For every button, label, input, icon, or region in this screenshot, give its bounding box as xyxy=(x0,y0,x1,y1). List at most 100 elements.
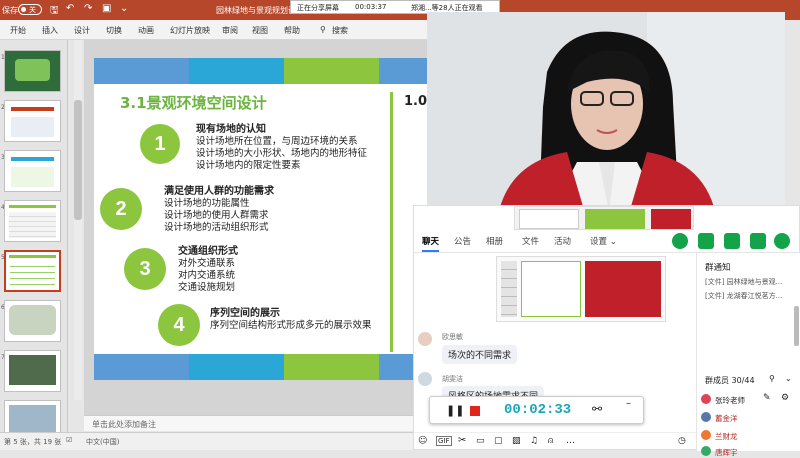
screen-share-icon[interactable] xyxy=(724,233,740,249)
file-item[interactable]: [文件] 龙湖春江悦茗方... xyxy=(705,291,782,301)
avatar xyxy=(701,430,711,440)
redo-icon[interactable]: ↷ xyxy=(84,3,92,14)
tab-transitions[interactable]: 切换 xyxy=(106,25,122,36)
more-icon[interactable] xyxy=(774,233,790,249)
screen-icon[interactable]: ▢ xyxy=(494,436,503,446)
section-line: 设计场地的活动组织形式 xyxy=(164,222,269,233)
scissors-icon[interactable]: ✂ xyxy=(458,435,466,446)
ribbon-search[interactable]: 搜索 xyxy=(332,25,348,36)
slide-top-bar-2 xyxy=(189,58,284,84)
section-3: 交通组织形式 对外交通联系 对内交通系统 交通设施规划 xyxy=(178,246,238,294)
member-more-icon[interactable]: ⌄ xyxy=(785,374,792,383)
notes-pane[interactable]: 单击此处添加备注 xyxy=(84,415,430,431)
avatar[interactable] xyxy=(418,372,432,386)
minimize-icon[interactable]: – xyxy=(626,398,631,409)
member-name[interactable]: 张玲老师 xyxy=(715,395,745,406)
file-item[interactable]: [文件] 园林绿地与景观... xyxy=(705,277,782,287)
avatar xyxy=(701,446,711,456)
autosave-toggle[interactable]: 关 xyxy=(18,4,42,15)
tab-chat[interactable]: 聊天 xyxy=(422,235,440,252)
current-slide[interactable]: 1.0 3.1景观环境空间设计 1 现有场地的认知 设计场地所在位置，与周边环境… xyxy=(94,58,430,380)
image-icon[interactable]: ▧ xyxy=(512,436,521,446)
notice-title: 群通知 xyxy=(705,263,731,273)
qat-more-icon[interactable]: ⌄ xyxy=(120,3,128,14)
member-search-icon[interactable]: ⚲ xyxy=(769,374,775,383)
history-icon[interactable]: ◷ xyxy=(678,436,686,446)
section-number-1: 1 xyxy=(140,124,180,164)
tab-activity[interactable]: 活动 xyxy=(554,235,571,247)
share-timer: 00:03:37 xyxy=(355,3,387,11)
slide-thumbnail-3[interactable] xyxy=(4,150,61,192)
slide-counter: 第 5 张，共 19 张 xyxy=(4,438,62,446)
recording-toolbar: ❚❚ 00:02:33 ⚯ – xyxy=(429,396,644,424)
section-line: 设计场地的使用人群需求 xyxy=(164,210,269,221)
folder-icon[interactable]: ▭ xyxy=(476,436,485,446)
section-4: 序列空间的展示 序列空间结构形式形成多元的展示效果 xyxy=(210,308,372,332)
video-call-icon[interactable] xyxy=(698,233,714,249)
group-chat-window: 聊天 公告 相册 文件 活动 设置 ⌄ 欧思敏 场次的不同需求 胡雯洁 风格区的… xyxy=(413,205,800,457)
tab-animations[interactable]: 动画 xyxy=(138,25,154,36)
slide-thumbnail-2[interactable] xyxy=(4,100,61,142)
member-name[interactable]: 兰财龙 xyxy=(715,431,738,442)
shared-image-message[interactable] xyxy=(496,256,666,322)
save-icon[interactable]: 🖫 xyxy=(50,3,59,20)
spellcheck-icon[interactable]: ☑ xyxy=(66,436,72,444)
language-indicator[interactable]: 中文(中国) xyxy=(86,437,119,447)
slide-top-bar-1 xyxy=(94,58,189,84)
section-heading: 现有场地的认知 xyxy=(196,124,266,135)
slide-thumbnail-7[interactable] xyxy=(4,350,61,392)
avatar[interactable] xyxy=(418,332,432,346)
tab-insert[interactable]: 插入 xyxy=(42,25,58,36)
slide-thumbnail-6[interactable] xyxy=(4,300,61,342)
slide-thumbnail-pane: 1 2 3 4 5 6 7 xyxy=(0,40,68,442)
present-icon[interactable]: ▣ xyxy=(102,3,111,14)
tab-announcement[interactable]: 公告 xyxy=(454,235,471,247)
section-number-2: 2 xyxy=(100,188,142,230)
slide-thumbnail-1[interactable] xyxy=(4,50,61,92)
avatar xyxy=(701,394,711,404)
bell-icon[interactable]: ♫ xyxy=(530,436,538,446)
settings-icon[interactable]: ⚙ xyxy=(781,393,789,403)
tab-settings[interactable]: 设置 ⌄ xyxy=(590,235,617,247)
pause-icon[interactable]: ❚❚ xyxy=(446,404,464,417)
chat-message: 场次的不同需求 xyxy=(442,345,518,364)
more-tools-icon[interactable]: … xyxy=(566,436,575,446)
member-name[interactable]: 唐辉宇 xyxy=(715,447,738,458)
add-member-icon[interactable] xyxy=(750,233,766,249)
tab-slideshow[interactable]: 幻灯片放映 xyxy=(170,25,210,36)
member-name[interactable]: 蓄金洋 xyxy=(715,413,738,424)
section-line: 序列空间结构形式形成多元的展示效果 xyxy=(210,320,372,331)
stop-icon[interactable] xyxy=(470,406,480,416)
input-toolbar: ☺ GIF ✂ ▭ ▢ ▧ ♫ ⍝ … ◷ xyxy=(414,432,696,450)
slide-bottom-bar-3 xyxy=(284,354,379,380)
search-icon[interactable]: ⚲ xyxy=(320,25,326,34)
slide-thumbnail-5[interactable] xyxy=(4,250,61,292)
members-count: 群成员 30/44 xyxy=(705,376,755,385)
webcam-video xyxy=(427,12,785,220)
member-scrollbar[interactable] xyxy=(794,306,799,346)
sharing-label: 正在分享屏幕 xyxy=(297,4,339,12)
link-icon[interactable]: ⚯ xyxy=(592,402,602,416)
section-heading: 序列空间的展示 xyxy=(210,308,280,319)
slide-divider xyxy=(390,92,393,352)
slide-thumbnail-4[interactable] xyxy=(4,200,61,242)
slide-corner-text: 1.0 xyxy=(404,94,428,109)
message-sender: 欧思敏 xyxy=(442,333,463,341)
tab-files[interactable]: 文件 xyxy=(522,235,539,247)
section-line: 交通设施规划 xyxy=(178,282,236,293)
tab-review[interactable]: 审阅 xyxy=(222,25,238,36)
chat-tab-bar: 聊天 公告 相册 文件 活动 设置 ⌄ xyxy=(414,231,800,253)
undo-icon[interactable]: ↶ xyxy=(66,3,74,14)
emoji-icon[interactable]: ☺ xyxy=(418,436,427,446)
section-line: 对内交通系统 xyxy=(178,270,236,281)
tab-home[interactable]: 开始 xyxy=(10,25,26,36)
mic-icon[interactable]: ⍝ xyxy=(548,436,553,446)
edit-icon[interactable]: ✎ xyxy=(763,393,771,403)
tab-help[interactable]: 帮助 xyxy=(284,25,300,36)
phone-icon[interactable] xyxy=(672,233,688,249)
tab-view[interactable]: 视图 xyxy=(252,25,268,36)
tab-album[interactable]: 相册 xyxy=(486,235,503,247)
thumbnail-scrollbar[interactable] xyxy=(74,40,82,400)
gif-icon[interactable]: GIF xyxy=(436,436,452,446)
tab-design[interactable]: 设计 xyxy=(74,25,90,36)
